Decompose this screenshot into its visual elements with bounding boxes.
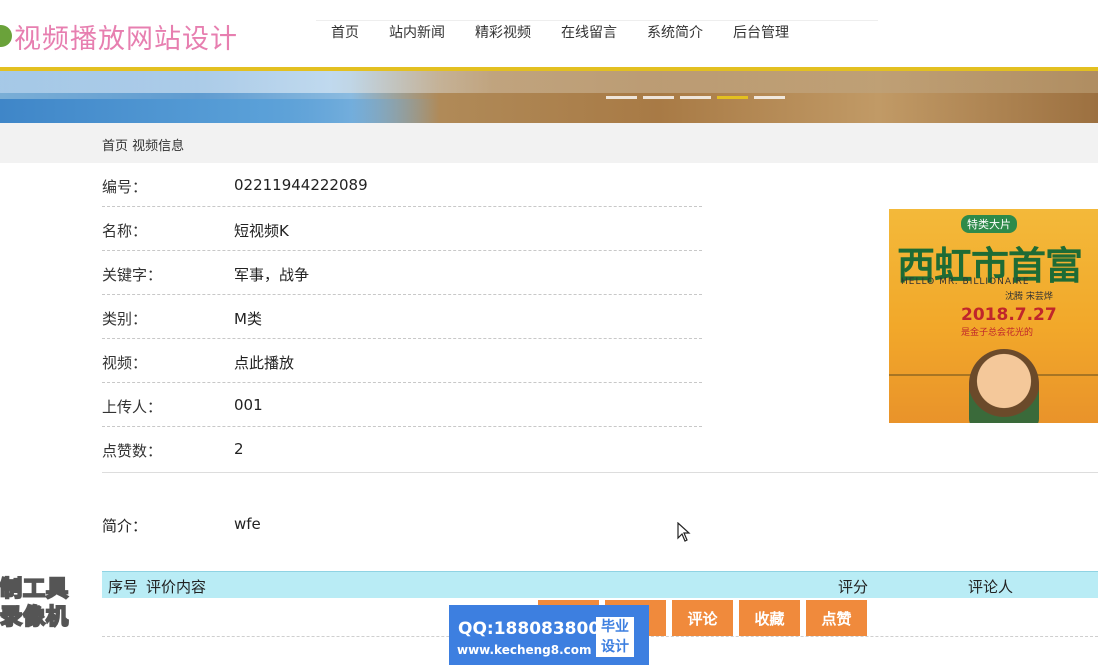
comment-button[interactable]: 评论 — [672, 600, 733, 636]
contact-overlay: QQ:188083800 www.kecheng8.com 毕业 设计 — [449, 605, 649, 665]
detail-value: 军事，战争 — [234, 266, 310, 284]
badge-line: 设计 — [601, 639, 629, 655]
poster-slogan: 是金子总会花光的 — [961, 328, 1034, 338]
detail-row-keywords: 关键字： 军事，战争 — [102, 251, 702, 295]
nav-about[interactable]: 系统简介 — [632, 18, 718, 46]
slider-dot-active[interactable] — [717, 96, 748, 99]
slider-dot[interactable] — [680, 96, 711, 99]
detail-label: 类别： — [102, 310, 148, 328]
favorite-button[interactable]: 收藏 — [739, 600, 800, 636]
col-score: 评分 — [838, 578, 869, 596]
watermark-line: 制工具 — [0, 576, 70, 603]
overlay-badge: 毕业 设计 — [596, 617, 634, 657]
detail-row-description: 简介： wfe — [102, 472, 1098, 567]
breadcrumb: 首页 视频信息 — [102, 139, 185, 154]
banner-lake — [0, 99, 440, 123]
play-video-link[interactable]: 点此播放 — [234, 352, 294, 373]
detail-value: 短视频K — [234, 222, 289, 240]
leaf-icon — [0, 25, 12, 47]
detail-label: 上传人： — [102, 398, 163, 416]
nav-videos[interactable]: 精彩视频 — [460, 18, 546, 46]
qq-number: QQ:188083800 — [458, 619, 601, 639]
detail-label: 点赞数： — [102, 442, 163, 460]
banner-sky — [0, 71, 1098, 93]
watermark-line: 录像机 — [0, 604, 70, 631]
detail-label: 编号： — [102, 178, 148, 196]
detail-value: wfe — [234, 515, 261, 533]
main-nav: 首页 站内新闻 精彩视频 在线留言 系统简介 后台管理 — [316, 18, 804, 46]
overlay-url: www.kecheng8.com — [457, 643, 592, 657]
recorder-watermark: 制工具 录像机 — [0, 576, 88, 632]
detail-row-id: 编号： 02211944222089 — [102, 163, 702, 207]
col-user: 评论人 — [968, 578, 1014, 596]
detail-label: 关键字： — [102, 266, 163, 284]
like-button[interactable]: 点赞 — [806, 600, 867, 636]
poster-tag: 特类大片 — [961, 215, 1017, 233]
nav-admin[interactable]: 后台管理 — [718, 18, 804, 46]
banner-slider-dots — [606, 96, 785, 99]
detail-value: 001 — [234, 396, 263, 414]
detail-row-likes: 点赞数： 2 — [102, 427, 702, 470]
banner-image — [0, 71, 1098, 123]
detail-row-name: 名称： 短视频K — [102, 207, 702, 251]
detail-value: M类 — [234, 310, 262, 328]
poster-portrait — [969, 349, 1039, 423]
detail-row-uploader: 上传人： 001 — [102, 383, 702, 427]
badge-line: 毕业 — [601, 619, 629, 635]
slider-dot[interactable] — [606, 96, 637, 99]
nav-home[interactable]: 首页 — [316, 18, 374, 46]
detail-value: 2 — [234, 440, 244, 458]
mouse-cursor-icon — [677, 522, 691, 542]
poster-english-title: HELLO MR. BILLIONAIRE — [901, 277, 1030, 287]
detail-label: 视频： — [102, 354, 148, 372]
slider-dot[interactable] — [643, 96, 674, 99]
poster-cast: 沈腾 宋芸烨 — [1005, 292, 1053, 302]
site-logo[interactable]: 视频播放网站设计 — [0, 16, 238, 56]
col-content: 评价内容 — [146, 578, 207, 596]
nav-messages[interactable]: 在线留言 — [546, 18, 632, 46]
detail-label: 名称： — [102, 222, 148, 240]
poster-date: 2018.7.27 — [961, 305, 1057, 325]
nav-news[interactable]: 站内新闻 — [374, 18, 460, 46]
detail-value: 02211944222089 — [234, 176, 368, 194]
slider-dot[interactable] — [754, 96, 785, 99]
video-poster: 特类大片 西虹市首富 HELLO MR. BILLIONAIRE 沈腾 宋芸烨 … — [889, 209, 1098, 423]
detail-row-category: 类别： M类 — [102, 295, 702, 339]
site-title: 视频播放网站设计 — [14, 23, 238, 55]
comments-table-header: 序号 评价内容 评分 评论人 — [102, 571, 1098, 598]
col-index: 序号 — [108, 578, 139, 596]
detail-row-video: 视频： 点此播放 — [102, 339, 702, 383]
detail-label: 简介： — [102, 517, 148, 535]
